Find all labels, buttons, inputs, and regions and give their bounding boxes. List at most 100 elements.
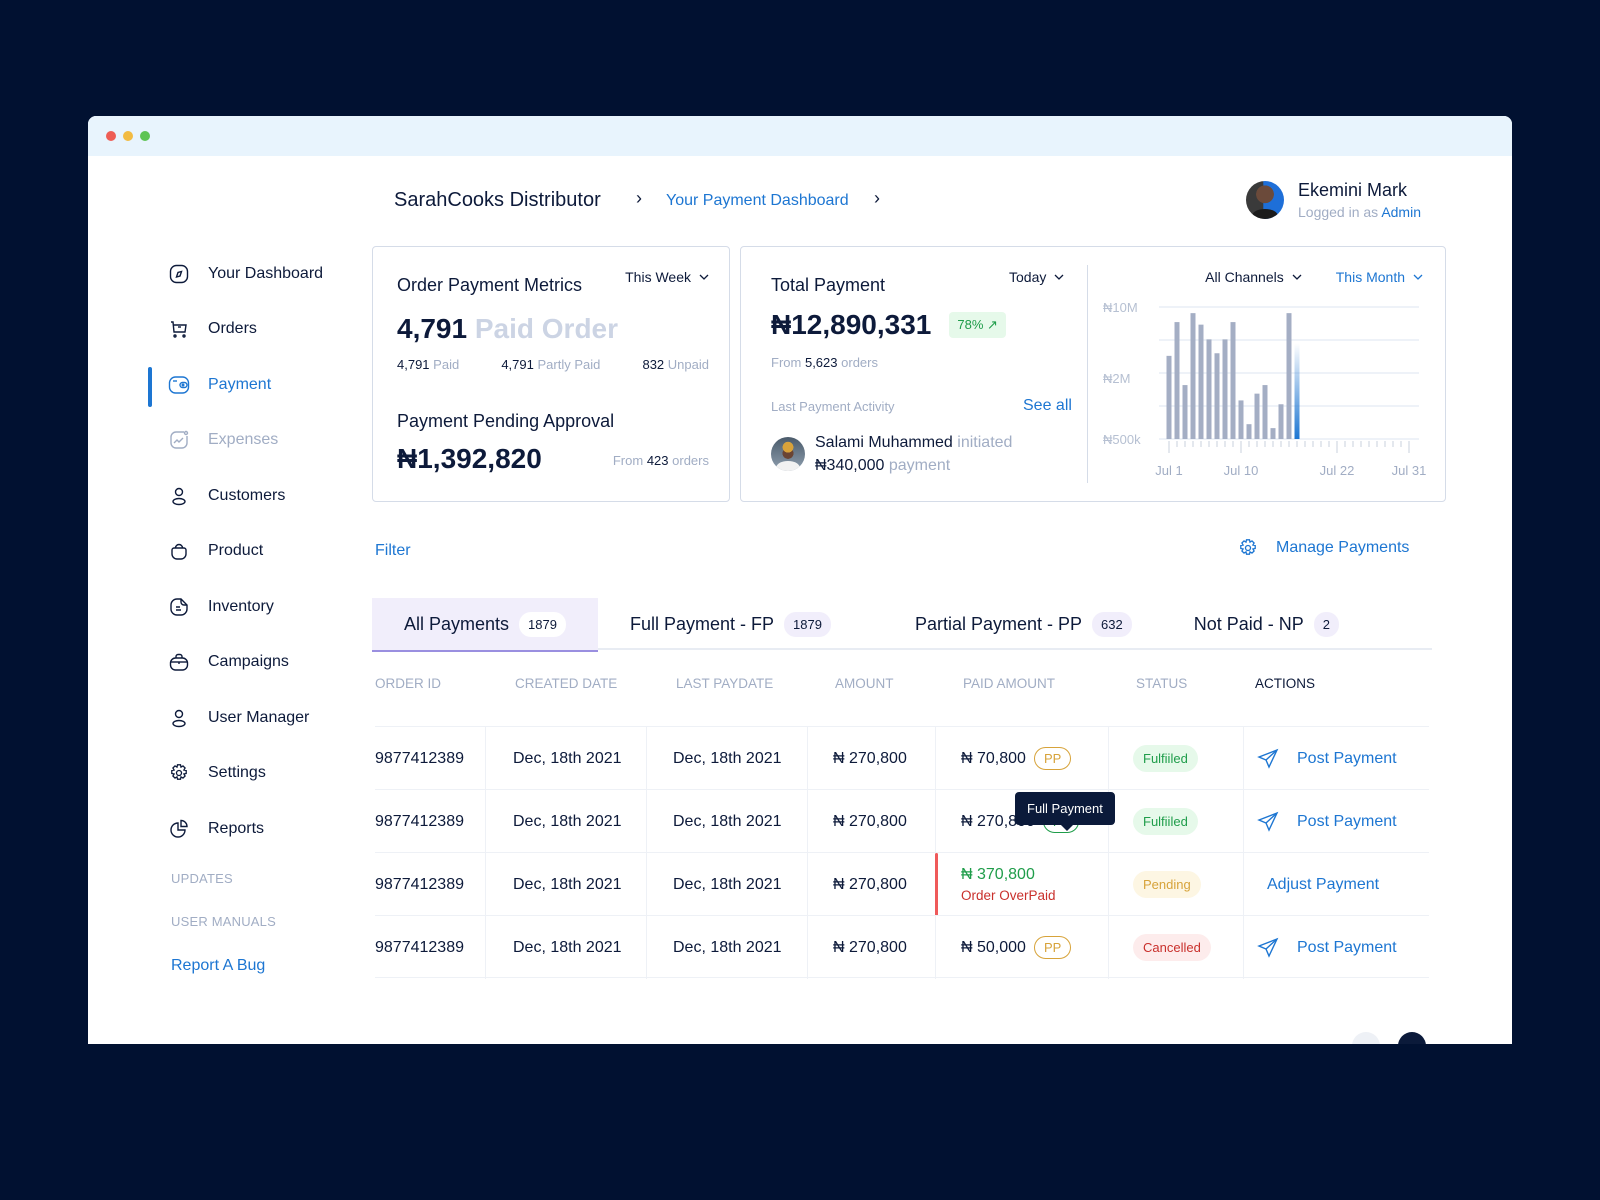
created-date: Dec, 18th 2021: [513, 875, 622, 893]
breadcrumb-current[interactable]: Your Payment Dashboard: [666, 192, 849, 210]
table-row[interactable]: 9877412389 Dec, 18th 2021 Dec, 18th 2021…: [375, 915, 1429, 979]
last-paydate: Dec, 18th 2021: [673, 938, 782, 956]
sidebar-item-settings[interactable]: Settings: [148, 746, 368, 802]
y-tick-label: ₦2M: [1103, 371, 1130, 386]
chevron-right-icon: ›: [874, 188, 880, 208]
tab-full-payment[interactable]: Full Payment - FP 1879: [598, 598, 863, 650]
action-label: Post Payment: [1297, 938, 1397, 956]
bar: [1206, 339, 1212, 439]
pagination-next-button[interactable]: [1398, 1032, 1426, 1044]
activity-verb: initiated: [957, 434, 1013, 451]
table-row[interactable]: 9877412389 Dec, 18th 2021 Dec, 18th 2021…: [375, 789, 1429, 853]
column-header[interactable]: AMOUNT: [835, 676, 894, 691]
sidebar-item-expenses[interactable]: Expenses: [148, 413, 368, 469]
bar: [1262, 385, 1268, 439]
paid-orders-value: 4,791: [397, 313, 468, 344]
paid-count: 4,791: [397, 357, 430, 372]
order-id: 9877412389: [375, 812, 464, 830]
column-header[interactable]: ORDER ID: [375, 676, 441, 691]
post-payment-button[interactable]: Post Payment: [1257, 916, 1397, 979]
user-profile[interactable]: Ekemini Mark Logged in as Admin: [1246, 180, 1421, 220]
activity-suffix: payment: [888, 457, 951, 474]
column-header[interactable]: STATUS: [1136, 676, 1187, 691]
from-label: From: [771, 355, 802, 370]
table-row[interactable]: 9877412389 Dec, 18th 2021 Dec, 18th 2021…: [375, 726, 1429, 790]
cart-icon: [168, 318, 190, 340]
amount: ₦ 270,800: [833, 875, 907, 893]
y-tick-label: ₦500k: [1103, 432, 1141, 447]
sidebar-section-user-manuals[interactable]: USER MANUALS: [148, 900, 368, 943]
amount: ₦ 270,800: [833, 812, 907, 830]
order-id: 9877412389: [375, 875, 464, 893]
column-header[interactable]: CREATED DATE: [515, 676, 617, 691]
sidebar-item-label: Settings: [208, 764, 266, 782]
manage-payments-button[interactable]: Manage Payments: [1238, 538, 1409, 558]
see-all-link[interactable]: See all: [1023, 397, 1072, 415]
sidebar-item-customers[interactable]: Customers: [148, 468, 368, 524]
tab-not-paid[interactable]: Not Paid - NP 2: [1164, 598, 1371, 650]
sidebar-item-label: Inventory: [208, 597, 274, 615]
paid-orders-label: Paid Order: [474, 313, 619, 344]
paid-amount: ₦ 50,000: [961, 938, 1026, 956]
column-header[interactable]: LAST PAYDATE: [676, 676, 773, 691]
bar-highlight: [1294, 343, 1300, 439]
maximize-window-button[interactable]: [140, 131, 150, 141]
send-icon: [1257, 811, 1279, 832]
wallet-icon: [168, 374, 190, 396]
tab-label: All Payments: [404, 613, 510, 634]
close-window-button[interactable]: [106, 131, 116, 141]
send-icon: [1257, 937, 1279, 958]
sidebar-item-campaigns[interactable]: Campaigns: [148, 635, 368, 691]
chevron-down-icon: [699, 274, 709, 280]
briefcase-icon: [168, 651, 190, 673]
amount: ₦ 270,800: [833, 749, 907, 767]
avatar: [771, 437, 805, 471]
tab-all-payments[interactable]: All Payments 1879: [372, 598, 598, 652]
sidebar-item-payment[interactable]: Payment: [148, 357, 368, 413]
divider: [1087, 265, 1088, 483]
bar: [1254, 393, 1260, 439]
activity-item[interactable]: Salami Muhammed initiated ₦340,000 payme…: [771, 431, 1012, 477]
x-tick-label: Jul 22: [1320, 463, 1355, 478]
overpaid-indicator: [935, 853, 938, 916]
period-dropdown[interactable]: This Week: [625, 269, 709, 285]
send-icon: [1257, 748, 1279, 769]
status-badge: Fulfiiled: [1133, 808, 1198, 835]
sidebar-item-user-manager[interactable]: User Manager: [148, 690, 368, 746]
chevron-right-icon: ›: [636, 188, 642, 208]
payment-breakdown: 4,791 Paid 4,791 Partly Paid 832 Unpaid: [397, 357, 709, 372]
sidebar-item-reports[interactable]: Reports: [148, 801, 368, 857]
adjust-payment-button[interactable]: Adjust Payment: [1267, 853, 1379, 916]
period-dropdown[interactable]: Today: [1009, 269, 1064, 285]
table-row[interactable]: 9877412389 Dec, 18th 2021 Dec, 18th 2021…: [375, 852, 1429, 916]
y-tick-label: ₦10M: [1103, 300, 1138, 315]
created-date: Dec, 18th 2021: [513, 749, 622, 767]
sidebar-item-label: Reports: [208, 819, 265, 837]
filter-button[interactable]: Filter: [375, 542, 411, 560]
post-payment-button[interactable]: Post Payment: [1257, 727, 1397, 790]
sidebar-item-product[interactable]: Product: [148, 524, 368, 580]
payment-type-tag[interactable]: PP: [1033, 936, 1072, 959]
order-id: 9877412389: [375, 938, 464, 956]
payment-type-tag[interactable]: PP: [1033, 747, 1072, 770]
report-bug-link[interactable]: Report A Bug: [148, 943, 368, 989]
manage-payments-label: Manage Payments: [1276, 539, 1410, 556]
sidebar-item-dashboard[interactable]: Your Dashboard: [148, 246, 368, 302]
column-header[interactable]: PAID AMOUNT: [963, 676, 1055, 691]
bar: [1190, 313, 1196, 439]
logged-in-label: Logged in as: [1298, 204, 1379, 220]
minimize-window-button[interactable]: [123, 131, 133, 141]
orders-label: orders: [672, 453, 709, 468]
sidebar-section-updates[interactable]: UPDATES: [148, 857, 368, 900]
tab-partial-payment[interactable]: Partial Payment - PP 632: [863, 598, 1164, 650]
sidebar-item-inventory[interactable]: Inventory: [148, 579, 368, 635]
user-role: Admin: [1381, 204, 1421, 220]
status-badge: Cancelled: [1133, 934, 1211, 961]
tab-label: Partial Payment - PP: [914, 613, 1082, 634]
post-payment-button[interactable]: Post Payment: [1257, 790, 1397, 853]
title-bar: [88, 116, 1512, 156]
pagination-prev-button[interactable]: [1352, 1032, 1380, 1044]
sidebar-item-orders[interactable]: Orders: [148, 302, 368, 358]
bar: [1214, 353, 1220, 439]
overpaid-note: Order OverPaid: [961, 888, 1056, 903]
